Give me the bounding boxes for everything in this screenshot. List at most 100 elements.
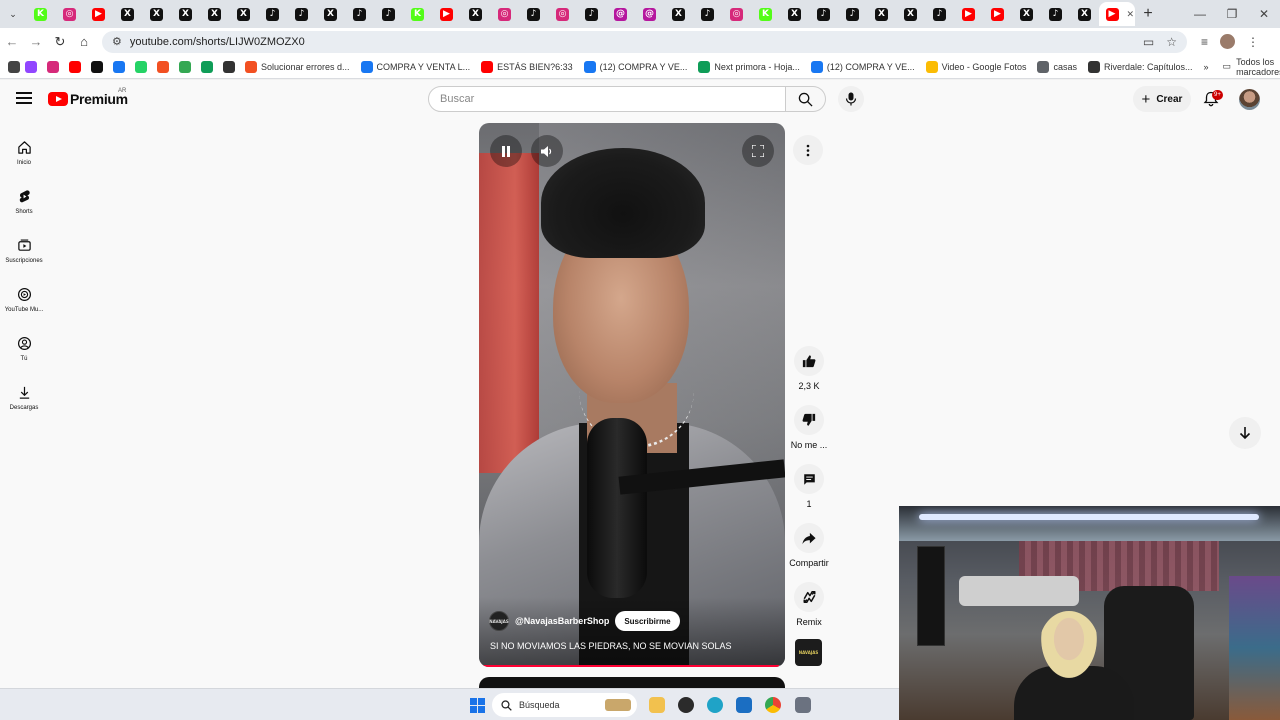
browser-tab[interactable]: ◎ <box>490 2 519 26</box>
chrome-icon[interactable] <box>765 697 781 713</box>
browser-tab[interactable]: ◎ <box>55 2 84 26</box>
browser-tab[interactable]: ▶ <box>983 2 1012 26</box>
browser-tab[interactable]: X <box>200 2 229 26</box>
browser-tab[interactable]: ♪ <box>345 2 374 26</box>
next-short-button[interactable] <box>1229 417 1261 449</box>
windows-start-icon[interactable] <box>470 698 485 713</box>
bookmark-item[interactable]: Riverdale: Capítulos... <box>1087 60 1193 73</box>
browser-tab[interactable]: ♪ <box>577 2 606 26</box>
browser-tab[interactable]: ◎ <box>722 2 751 26</box>
site-info-icon[interactable]: ⚙ <box>112 35 122 48</box>
media-controls-icon[interactable]: ≡ <box>1201 35 1208 49</box>
browser-tab[interactable]: K <box>751 2 780 26</box>
bookmark-item[interactable]: ESTÁS BIEN?6:33 <box>481 60 573 73</box>
bookmark-item[interactable]: (12) COMPRA Y VE... <box>583 60 687 73</box>
bookmark-item[interactable]: Video - Google Fotos <box>925 60 1026 73</box>
minimize-button[interactable]: — <box>1184 7 1216 21</box>
share-action[interactable]: Compartir <box>785 523 833 582</box>
bookmark-item[interactable] <box>25 60 41 73</box>
bookmark-item[interactable] <box>135 60 151 73</box>
forward-button[interactable]: → <box>24 34 48 49</box>
tab-list-button[interactable]: ⌄ <box>0 2 26 26</box>
bookmark-item[interactable] <box>223 60 239 73</box>
store-icon[interactable] <box>736 697 752 713</box>
browser-tab[interactable]: @ <box>635 2 664 26</box>
browser-tab[interactable]: ♪ <box>287 2 316 26</box>
browser-tab[interactable]: X <box>1012 2 1041 26</box>
youtube-premium-logo[interactable]: Premium AR <box>48 88 128 107</box>
browser-tab[interactable]: X <box>229 2 258 26</box>
fullscreen-button[interactable] <box>742 135 774 167</box>
bookmark-item[interactable]: Next primora - Hoja... <box>698 60 800 73</box>
browser-menu-icon[interactable]: ⋮ <box>1247 35 1259 49</box>
maximize-button[interactable]: ❐ <box>1216 7 1248 21</box>
address-bar[interactable]: ⚙ youtube.com/shorts/LIJW0ZMOZX0 ▭ ☆ <box>102 30 1187 53</box>
more-options-button[interactable] <box>793 135 823 165</box>
search-input[interactable]: Buscar <box>428 86 786 112</box>
browser-tab[interactable]: ♪ <box>809 2 838 26</box>
channel-avatar[interactable]: NAVAJAS <box>489 611 509 631</box>
create-button[interactable]: + Crear <box>1133 86 1191 112</box>
browser-tab[interactable]: X <box>867 2 896 26</box>
bookmark-item[interactable] <box>91 60 107 73</box>
apps-grid-icon[interactable] <box>8 60 20 73</box>
browser-tab[interactable]: X <box>171 2 200 26</box>
browser-tab[interactable]: X <box>316 2 345 26</box>
browser-tab[interactable]: K <box>403 2 432 26</box>
bookmark-item[interactable] <box>157 60 173 73</box>
browser-tab[interactable]: ♪ <box>258 2 287 26</box>
shorts-video-player[interactable]: NAVAJAS @NavajasBarberShop Suscribirme S… <box>479 123 785 667</box>
search-button[interactable] <box>786 86 826 112</box>
more-bookmarks-icon[interactable]: » <box>1204 62 1209 72</box>
browser-tab[interactable]: ◎ <box>548 2 577 26</box>
bookmark-item[interactable] <box>69 60 85 73</box>
voice-search-button[interactable] <box>838 86 864 112</box>
browser-tab[interactable]: ▶ ✕ <box>1099 2 1135 26</box>
browser-tab[interactable]: X <box>780 2 809 26</box>
dislike-action[interactable]: No me ... <box>785 405 833 464</box>
close-tab-icon[interactable]: ✕ <box>1126 9 1134 20</box>
new-tab-button[interactable]: + <box>1135 5 1161 23</box>
file-explorer-icon[interactable] <box>649 697 665 713</box>
browser-tab[interactable]: ▶ <box>84 2 113 26</box>
bookmark-item[interactable]: COMPRA Y VENTA L... <box>360 60 470 73</box>
browser-tab[interactable]: ♪ <box>838 2 867 26</box>
sidebar-item-subscriptions[interactable]: Suscripciones <box>0 226 48 275</box>
browser-tab[interactable]: ♪ <box>1041 2 1070 26</box>
video-progress-bar[interactable] <box>479 665 785 667</box>
browser-tab[interactable]: @ <box>606 2 635 26</box>
close-window-button[interactable]: ✕ <box>1248 7 1280 21</box>
browser-tab[interactable]: X <box>664 2 693 26</box>
taskbar-search[interactable]: Búsqueda <box>492 693 637 717</box>
bookmark-item[interactable] <box>47 60 63 73</box>
share-button[interactable] <box>794 523 824 553</box>
edge-icon[interactable] <box>707 697 723 713</box>
comments-action[interactable]: 1 <box>785 464 833 523</box>
browser-tab[interactable]: ♪ <box>693 2 722 26</box>
remix-action[interactable]: Remix <box>785 582 833 641</box>
browser-tab[interactable]: X <box>142 2 171 26</box>
reload-button[interactable]: ↻ <box>48 34 72 50</box>
sidebar-item-home[interactable]: Inicio <box>0 128 48 177</box>
browser-tab[interactable]: ♪ <box>925 2 954 26</box>
obs-icon[interactable] <box>678 697 694 713</box>
browser-tab[interactable]: ♪ <box>519 2 548 26</box>
bookmark-item[interactable]: Solucionar errores d... <box>245 60 350 73</box>
dislike-button[interactable] <box>794 405 824 435</box>
sidebar-item-you[interactable]: Tú <box>0 324 48 373</box>
bookmark-item[interactable] <box>179 60 195 73</box>
browser-tab[interactable]: X <box>1070 2 1099 26</box>
bookmark-item[interactable]: casas <box>1037 60 1077 73</box>
all-bookmarks-button[interactable]: ▭ Todos los marcadores <box>1223 57 1280 77</box>
browser-tab[interactable]: ♪ <box>374 2 403 26</box>
pause-button[interactable] <box>490 135 522 167</box>
comments-button[interactable] <box>794 464 824 494</box>
sidebar-item-shorts[interactable]: Shorts <box>0 177 48 226</box>
bookmark-item[interactable] <box>201 60 217 73</box>
volume-button[interactable] <box>531 135 563 167</box>
browser-tab[interactable]: ▶ <box>954 2 983 26</box>
bookmark-star-icon[interactable]: ☆ <box>1166 35 1177 49</box>
channel-name[interactable]: @NavajasBarberShop <box>515 616 609 626</box>
like-action[interactable]: 2,3 K <box>785 346 833 405</box>
browser-tab[interactable]: ▶ <box>432 2 461 26</box>
